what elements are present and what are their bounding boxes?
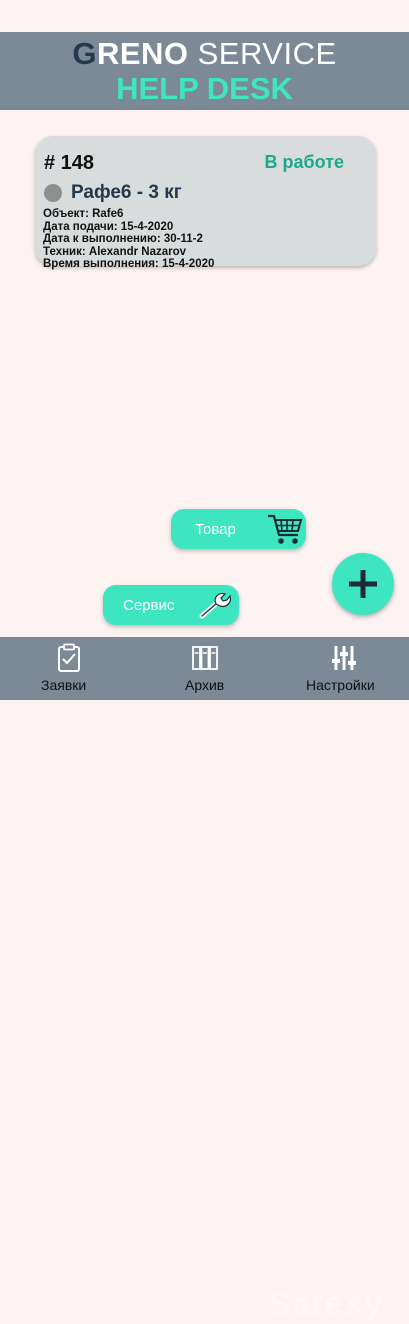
binders-icon	[190, 643, 220, 678]
ticket-object: Объект: Rafe6	[43, 208, 124, 220]
ticket-completion-time: Время выполнения: 15-4-2020	[43, 258, 215, 270]
tab-zayavki-label: Заявки	[41, 677, 87, 693]
ticket-status: В работе	[264, 152, 345, 172]
cart-icon	[267, 512, 303, 551]
brand-reno: RENO	[96, 36, 189, 71]
bottom-navigation: Заявки Архив Настройки Satexy	[0, 637, 409, 1323]
tab-arhiv-label: Архив	[185, 677, 225, 693]
ticket-number: # 148	[44, 152, 95, 174]
sliders-icon	[330, 643, 358, 678]
brand-letter-g: G	[72, 36, 97, 71]
status-bar	[0, 0, 409, 32]
ticket-technician: Техник: Alexandr Nazarov	[43, 245, 187, 258]
tab-arhiv[interactable]: Архив	[164, 637, 244, 700]
servis-button[interactable]: Сервис	[103, 585, 239, 625]
ticket-due-date: Дата к выполнению: 30-11-2	[43, 233, 203, 245]
brand-title: GRENO SERVICE	[0, 37, 409, 71]
wrench-icon	[199, 590, 233, 625]
brand-service: SERVICE	[188, 36, 337, 71]
ticket-title: Рафе6 - 3 кг	[71, 182, 182, 203]
watermark: Satexy	[268, 1285, 384, 1323]
add-fab-button[interactable]	[332, 553, 394, 615]
tab-zayavki[interactable]: Заявки	[30, 637, 110, 700]
app-header: GRENO SERVICE HELP DESK	[0, 32, 409, 110]
status-dot-icon	[44, 184, 62, 202]
servis-label: Сервис	[123, 597, 175, 614]
tab-nastroiki[interactable]: Настройки	[300, 637, 385, 700]
plus-icon	[349, 570, 377, 598]
ticket-submit-date: Дата подачи: 15-4-2020	[43, 220, 174, 233]
ticket-card[interactable]: # 148 В работе Рафе6 - 3 кг Объект: Rafe…	[35, 136, 376, 270]
brand-subtitle: HELP DESK	[116, 71, 293, 106]
tovar-label: Товар	[195, 521, 236, 538]
ticket-details: Объект: Rafe6 Дата подачи: 15-4-2020 Дат…	[43, 208, 214, 271]
clipboard-icon	[54, 643, 84, 678]
tab-nastroiki-label: Настройки	[306, 677, 375, 693]
tovar-button[interactable]: Товар	[171, 509, 306, 549]
